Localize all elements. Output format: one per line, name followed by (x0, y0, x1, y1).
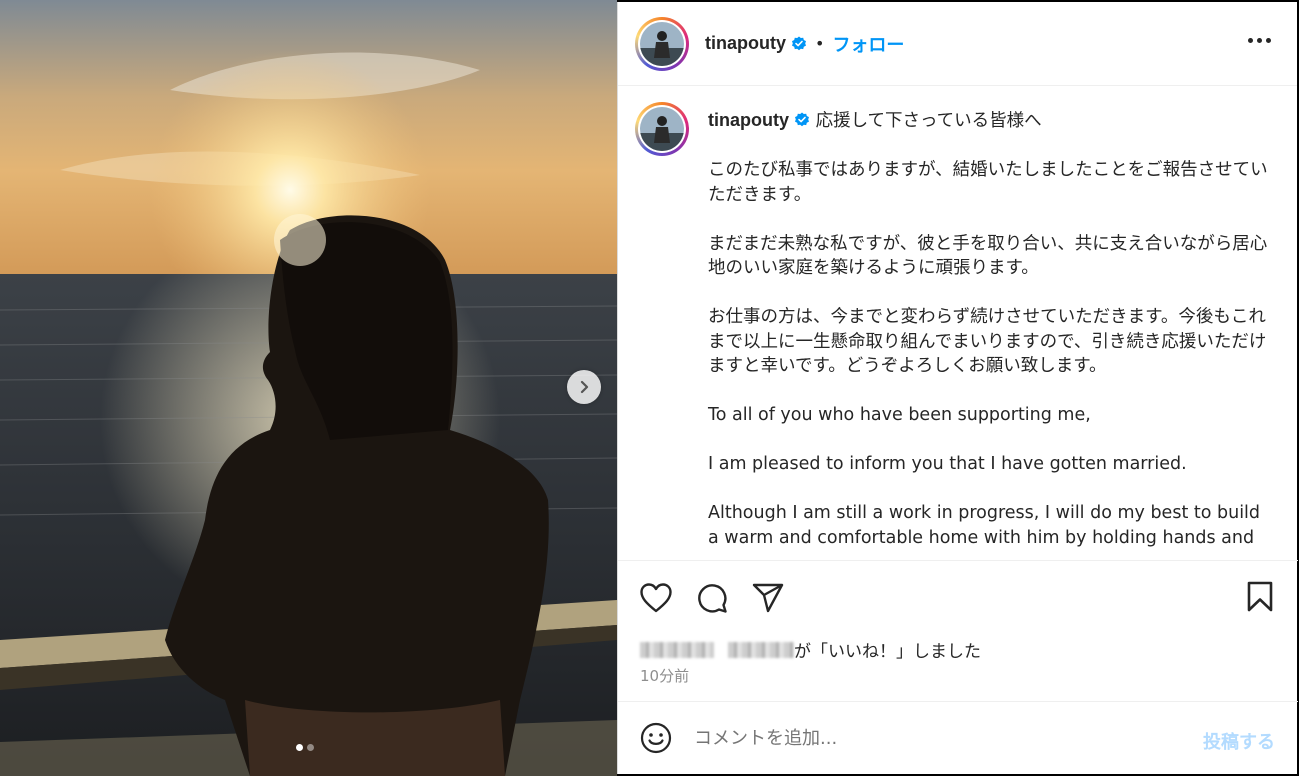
caption-paragraph: お仕事の方は、今までと変わらず続けさせていただきます。今後もこれまで以上に一生懸… (708, 307, 1267, 376)
carousel-dot (307, 744, 314, 751)
caption-scroll-area[interactable]: tinapouty 応援して下さっている皆様へ このたび私事ではありますが、結婚… (618, 86, 1298, 560)
post-detail-panel: tinapouty • フォロー tinapouty 応援して下さっている皆様へ… (617, 2, 1298, 774)
verified-badge-icon (795, 112, 809, 127)
header-separator: • (815, 34, 825, 53)
carousel-dot-active (296, 744, 303, 751)
send-icon (752, 583, 784, 613)
sunset-photo (0, 0, 617, 776)
comment-bar: 投稿する (618, 702, 1298, 774)
post-comment-button[interactable]: 投稿する (1203, 728, 1275, 754)
caption-title-line: tinapouty 応援して下さっている皆様へ (708, 108, 1268, 134)
avatar-image (640, 21, 684, 66)
follow-button[interactable]: フォロー (832, 31, 904, 57)
liked-by-text: が「いいね！」しました (794, 642, 981, 662)
avatar[interactable] (635, 16, 689, 71)
comment-icon (698, 584, 727, 613)
liked-by-user-redacted (640, 641, 714, 658)
caption-avatar[interactable] (635, 102, 689, 156)
comment-button[interactable] (695, 581, 729, 615)
like-button[interactable] (639, 581, 673, 615)
comment-input[interactable] (694, 727, 1154, 749)
caption-paragraph: まだまだ未熟な私ですが、彼と手を取り合い、共に支え合いながら居心地のいい家庭を築… (708, 233, 1268, 279)
liked-by-line: が「いいね！」しました (640, 637, 981, 662)
smiley-icon[interactable] (640, 722, 672, 754)
post-header: tinapouty • フォロー (618, 2, 1297, 86)
more-options-icon[interactable] (1248, 38, 1271, 43)
caption: tinapouty 応援して下さっている皆様へ このたび私事ではありますが、結婚… (708, 108, 1268, 560)
next-photo-button[interactable] (567, 370, 601, 404)
heart-icon (640, 583, 672, 613)
caption-title: 応援して下さっている皆様へ (815, 111, 1042, 131)
chevron-right-icon (580, 380, 589, 394)
verified-badge-icon (792, 36, 806, 50)
post-author-username[interactable]: tinapouty (705, 33, 786, 54)
caption-paragraph: Although I am still a work in progress, … (708, 503, 1261, 548)
post-photo (0, 0, 617, 776)
caption-paragraph: To all of you who have been supporting m… (708, 405, 1091, 425)
share-button[interactable] (751, 581, 785, 615)
bookmark-icon (1247, 581, 1273, 612)
post-actions: が「いいね！」しました 10分前 (618, 560, 1298, 702)
carousel-indicator (296, 744, 314, 751)
caption-paragraph: I am pleased to inform you that I have g… (708, 454, 1187, 474)
avatar-image (640, 107, 684, 151)
save-button[interactable] (1246, 581, 1274, 617)
caption-username[interactable]: tinapouty (708, 110, 789, 130)
post-timestamp[interactable]: 10分前 (640, 665, 689, 686)
caption-paragraph: このたび私事ではありますが、結婚いたしましたことをご報告させていただきます。 (708, 160, 1268, 205)
liked-by-user-redacted (728, 641, 794, 658)
